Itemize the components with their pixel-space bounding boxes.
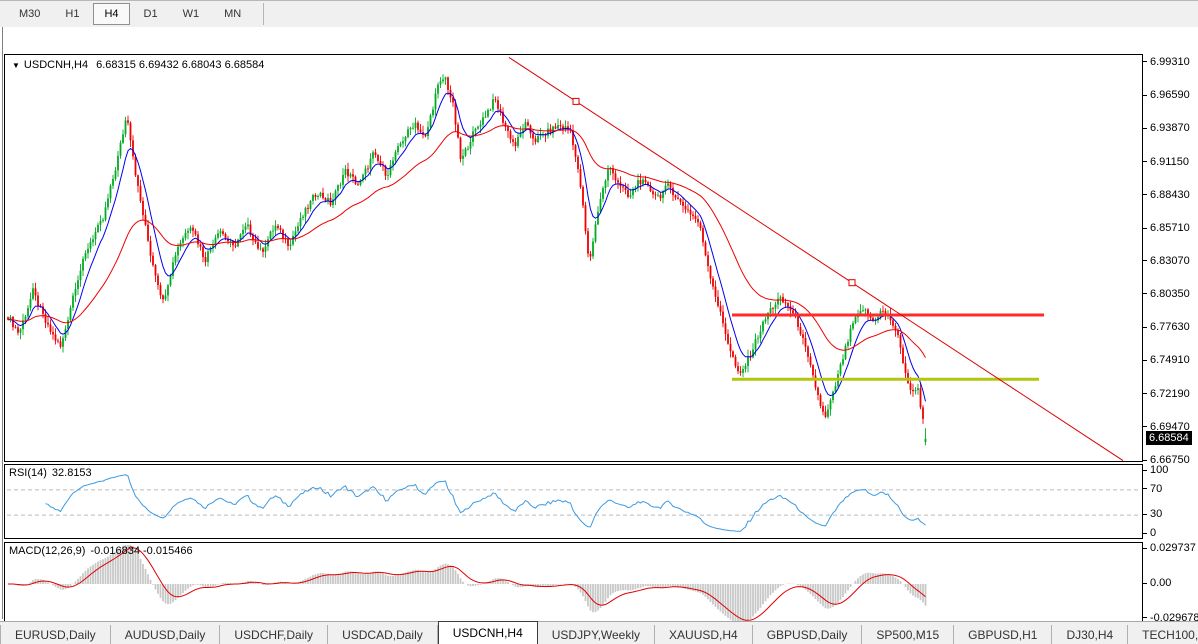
price-tick-mark — [1143, 426, 1147, 427]
collapse-triangle-icon[interactable]: ▼ — [12, 61, 20, 70]
price-tick: 6.99310 — [1143, 55, 1190, 68]
price-tick: 6.93870 — [1143, 122, 1190, 135]
tab-audusd-daily[interactable]: AUDUSD,Daily — [111, 625, 221, 644]
price-tick-mark — [1143, 228, 1147, 229]
window-left-edge — [2, 27, 3, 619]
chart-symbol-label: USDCNH,H4 — [24, 59, 88, 71]
rsi-axis: 100 70 30 0 — [1143, 464, 1198, 539]
timeframe-button-m30[interactable]: M30 — [8, 3, 51, 25]
chart-ohlc-values: 6.68315 6.69432 6.68043 6.68584 — [96, 59, 264, 71]
timeframe-button-h1[interactable]: H1 — [54, 3, 90, 25]
macd-tick: 0.029737 — [1143, 542, 1196, 555]
price-tick: 6.88430 — [1143, 188, 1190, 201]
current-price-label: 6.68584 — [1146, 431, 1192, 445]
timeframe-button-w1[interactable]: W1 — [172, 3, 211, 25]
tab-sp500-m15[interactable]: SP500,M15 — [862, 625, 954, 644]
rsi-panel: RSI(14) 32.8153 — [4, 464, 1143, 539]
macd-axis: 0.0297370.00-0.029678 — [1143, 542, 1198, 624]
timeframe-button-h4[interactable]: H4 — [93, 3, 129, 25]
tab-usdcnh-h4[interactable]: USDCNH,H4 — [438, 621, 538, 644]
macd-tick-mark — [1143, 617, 1147, 618]
timeframe-button-d1[interactable]: D1 — [133, 3, 169, 25]
rsi-tick-mark — [1143, 533, 1147, 534]
price-axis[interactable]: 6.99310 6.96590 6.93870 6.91150 6.88430 6.857… — [1143, 54, 1198, 462]
macd-tick-mark — [1143, 583, 1147, 584]
price-tick-mark — [1143, 393, 1147, 394]
tab-tech100-h1[interactable]: TECH100,H1 — [1128, 625, 1198, 644]
price-tick: 6.80350 — [1143, 287, 1190, 300]
price-tick: 6.77630 — [1143, 321, 1190, 334]
chart-workspace: ▼ USDCNH,H4 6.68315 6.69432 6.68043 6.6858… — [0, 27, 1198, 621]
candlestick-chart[interactable] — [5, 55, 1142, 461]
macd-tick-mark — [1143, 548, 1147, 549]
price-tick: 6.91150 — [1143, 155, 1189, 168]
tab-xauusd-h4[interactable]: XAUUSD,H4 — [655, 625, 753, 644]
macd-label: MACD(12,26,9) -0.016834 -0.015466 — [9, 545, 198, 557]
rsi-tick: 100 — [1143, 464, 1168, 477]
rsi-tick-mark — [1143, 470, 1147, 471]
rsi-tick: 0 — [1143, 527, 1156, 540]
price-tick-mark — [1143, 360, 1147, 361]
macd-current-values: -0.016834 -0.015466 — [90, 545, 192, 557]
chart-tab-bar: EURUSD,DailyAUDUSD,DailyUSDCHF,DailyUSDC… — [0, 621, 1198, 644]
timeframe-button-mn[interactable]: MN — [213, 3, 252, 25]
rsi-tick-mark — [1143, 488, 1147, 489]
price-tick: 6.96590 — [1143, 89, 1190, 102]
price-tick-mark — [1143, 128, 1147, 129]
chart-title: ▼ USDCNH,H4 6.68315 6.69432 6.68043 6.6858… — [12, 59, 264, 71]
trading-platform-window: M30H1H4D1W1MN ▼ USDCNH,H4 6.68315 6.69432 … — [0, 0, 1198, 644]
price-tick: 6.74910 — [1143, 354, 1190, 367]
rsi-tick: 70 — [1143, 482, 1162, 495]
price-tick-mark — [1143, 95, 1147, 96]
rsi-chart[interactable] — [5, 465, 1142, 538]
timeframe-toolbar: M30H1H4D1W1MN — [0, 1, 1198, 27]
tab-usdjpy-weekly[interactable]: USDJPY,Weekly — [538, 625, 655, 644]
price-tick-mark — [1143, 293, 1147, 294]
tab-gbpusd-h1[interactable]: GBPUSD,H1 — [954, 625, 1052, 644]
price-tick-mark — [1143, 460, 1147, 461]
price-tick: 6.83070 — [1143, 254, 1190, 267]
price-tick: 6.85710 — [1143, 222, 1190, 235]
macd-indicator-name: MACD(12,26,9) — [9, 545, 85, 557]
price-tick-mark — [1143, 161, 1147, 162]
price-tick-mark — [1143, 260, 1147, 261]
tab-usdchf-daily[interactable]: USDCHF,Daily — [220, 625, 328, 644]
toolbar-separator — [263, 3, 264, 25]
macd-tick: 0.00 — [1143, 577, 1171, 590]
macd-panel: MACD(12,26,9) -0.016834 -0.015466 — [4, 542, 1143, 624]
price-tick-mark — [1143, 327, 1147, 328]
tab-dj30-h4[interactable]: DJ30,H4 — [1052, 625, 1128, 644]
tab-usdcad-daily[interactable]: USDCAD,Daily — [328, 625, 438, 644]
price-tick-mark — [1143, 194, 1147, 195]
rsi-tick-mark — [1143, 514, 1147, 515]
tab-eurusd-daily[interactable]: EURUSD,Daily — [1, 625, 111, 644]
chart-tabs: EURUSD,DailyAUDUSD,DailyUSDCHF,DailyUSDC… — [1, 621, 1198, 644]
price-tick: 6.72190 — [1143, 387, 1190, 400]
rsi-tick: 30 — [1143, 508, 1162, 521]
rsi-label: RSI(14) 32.8153 — [9, 467, 97, 479]
price-tick-mark — [1143, 61, 1147, 62]
main-chart-panel: ▼ USDCNH,H4 6.68315 6.69432 6.68043 6.6858… — [4, 54, 1143, 462]
timeframe-buttons: M30H1H4D1W1MN — [8, 3, 255, 25]
tab-gbpusd-daily[interactable]: GBPUSD,Daily — [753, 625, 863, 644]
rsi-current-value: 32.8153 — [52, 467, 92, 479]
rsi-indicator-name: RSI(14) — [9, 467, 47, 479]
